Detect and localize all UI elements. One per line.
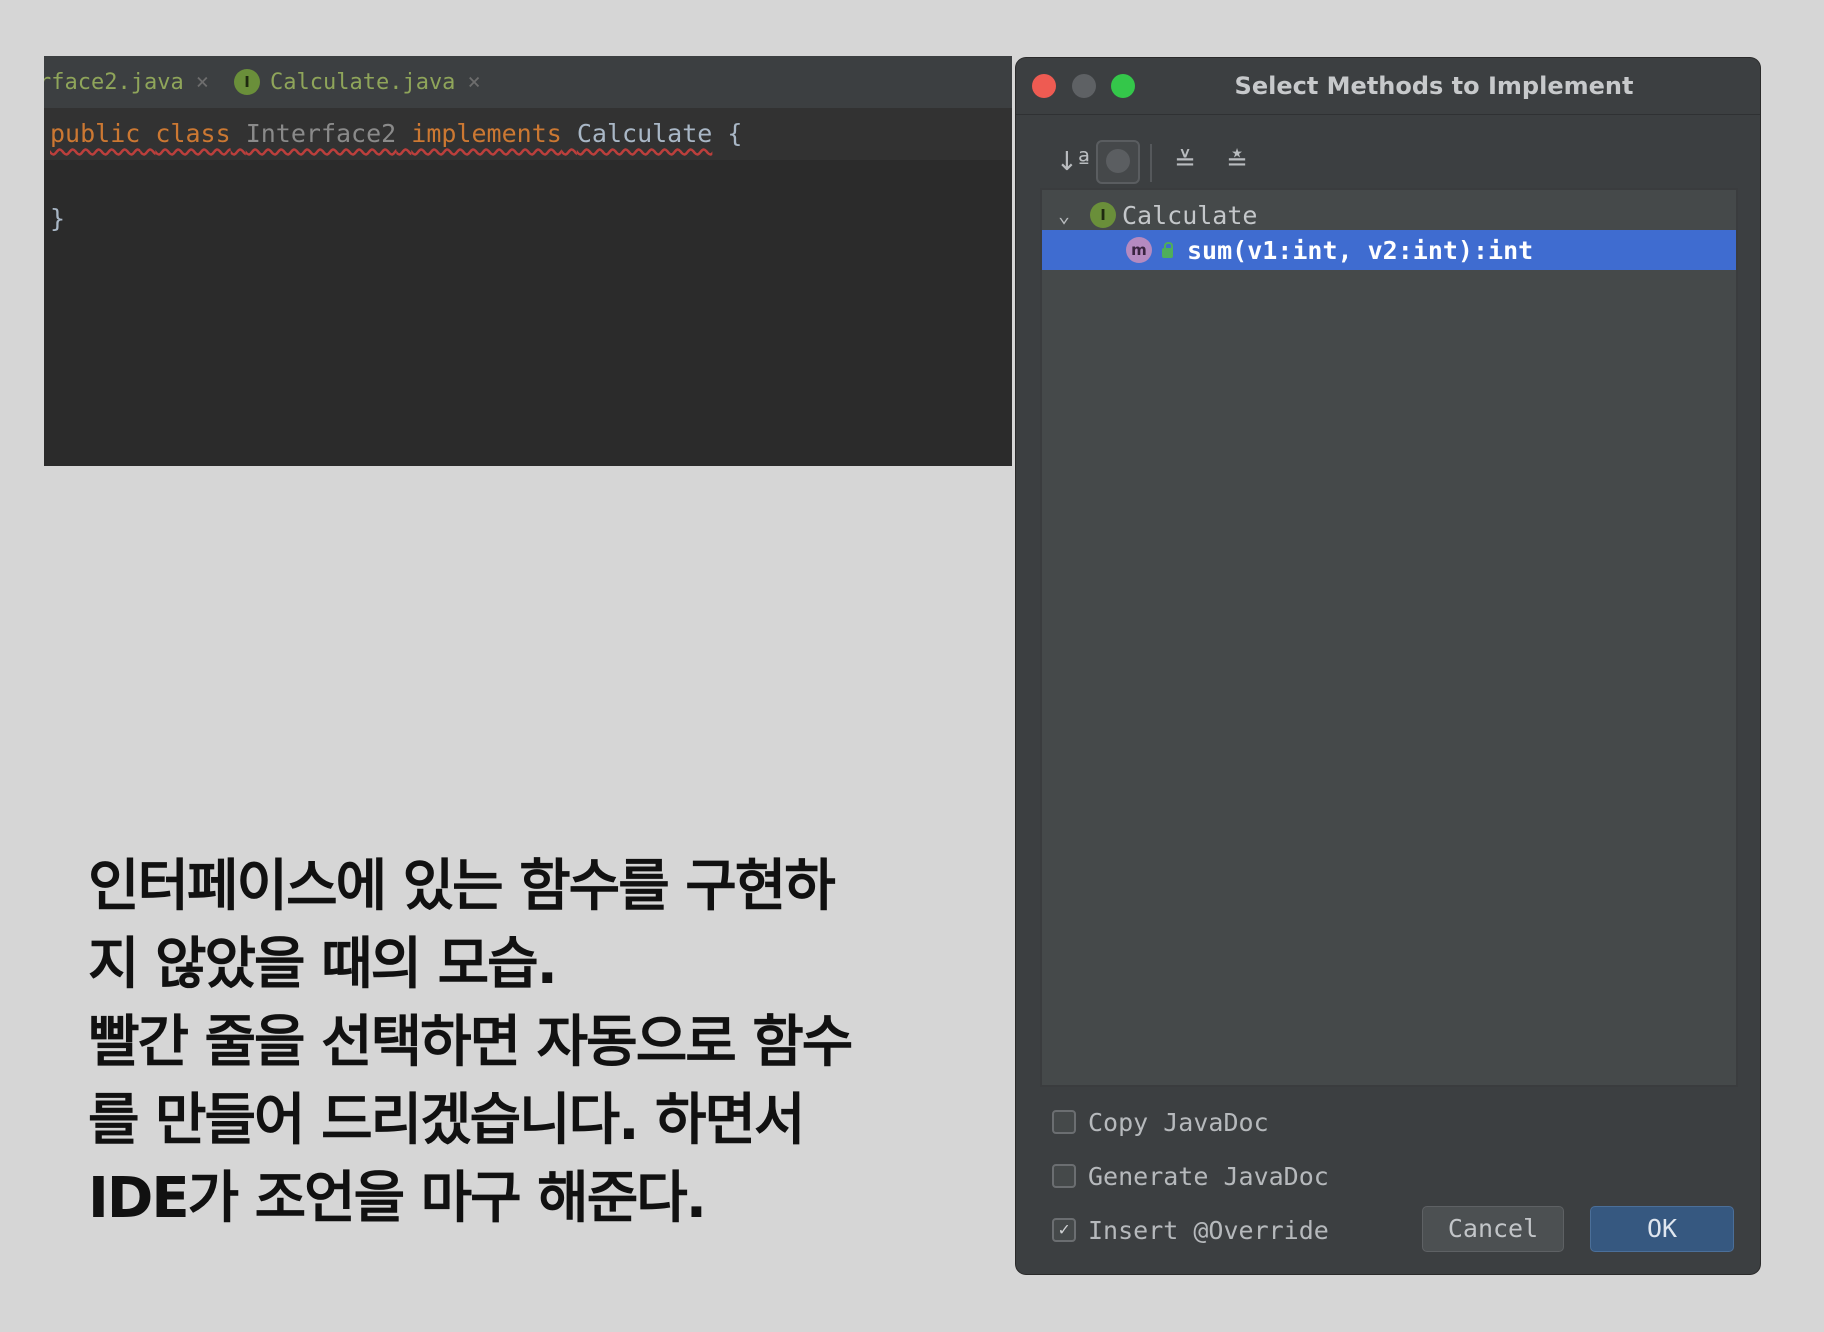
generate-javadoc-option[interactable]: Generate JavaDoc (1052, 1158, 1329, 1194)
select-methods-dialog: Select Methods to Implement ↓ª ≚ ≛ ⌄ I C… (1016, 58, 1760, 1274)
toolbar-divider (1150, 144, 1152, 182)
caption-line: 지 않았을 때의 모습. (88, 932, 558, 997)
keyword-implements: implements (411, 119, 562, 148)
caption-line: 인터페이스에 있는 함수를 구현하 (88, 854, 836, 919)
tab-label: Calculate.java (270, 69, 456, 95)
brace-open: { (727, 119, 743, 148)
dialog-title: Select Methods to Implement (1234, 72, 1634, 100)
code-line-3[interactable]: } (50, 204, 65, 233)
brace-close: } (50, 204, 66, 233)
cancel-button[interactable]: Cancel (1422, 1206, 1564, 1252)
keyword-public: public (50, 119, 141, 148)
interface-name: Calculate (576, 119, 713, 148)
caption-text: 인터페이스에 있는 함수를 구현하 지 않았을 때의 모습. 빨간 줄을 선택하… (88, 848, 928, 1238)
option-label: Generate JavaDoc (1088, 1161, 1329, 1191)
close-icon[interactable]: × (196, 70, 209, 95)
insert-override-option[interactable]: ✓ Insert @Override (1052, 1212, 1329, 1248)
sort-alphabetically-icon[interactable]: ↓ª (1052, 140, 1094, 184)
dialog-titlebar: Select Methods to Implement (1016, 58, 1760, 115)
interface-icon: I (234, 69, 260, 95)
tree-node-method-sum[interactable]: m sum(v1:int, v2:int):int (1042, 230, 1736, 270)
interface-icon: I (1090, 202, 1116, 228)
dialog-toolbar: ↓ª ≚ ≛ (1052, 140, 1752, 192)
code-editor[interactable]: rface2.java × I Calculate.java × public … (44, 56, 1012, 466)
caption-line: 빨간 줄을 선택하면 자동으로 함수 (88, 1010, 853, 1075)
chevron-down-icon[interactable]: ⌄ (1054, 203, 1074, 227)
option-label: Copy JavaDoc (1088, 1107, 1269, 1137)
insert-override-checkbox[interactable]: ✓ (1052, 1218, 1076, 1242)
copy-javadoc-option[interactable]: Copy JavaDoc (1052, 1104, 1269, 1140)
keyword-class: class (155, 119, 231, 148)
tree-node-calculate[interactable]: ⌄ I Calculate (1042, 195, 1736, 235)
generate-javadoc-checkbox[interactable] (1052, 1164, 1076, 1188)
collapse-all-icon[interactable]: ≛ (1216, 140, 1258, 184)
class-name: Interface2 (245, 119, 397, 148)
expand-all-icon[interactable]: ≚ (1164, 140, 1206, 184)
public-lock-icon (1162, 242, 1173, 258)
tab-label: rface2.java (44, 69, 184, 95)
tab-calculate-java[interactable]: I Calculate.java × (234, 56, 481, 108)
close-icon[interactable]: × (467, 70, 480, 95)
editor-tab-bar: rface2.java × I Calculate.java × (44, 56, 1012, 108)
method-signature: sum(v1:int, v2:int):int (1187, 235, 1534, 265)
caption-line: IDE가 조언을 마구 해준다. (88, 1166, 707, 1231)
method-icon: m (1126, 237, 1152, 263)
code-line-1[interactable]: public class Interface2 implements Calcu… (50, 119, 742, 148)
copy-javadoc-checkbox[interactable] (1052, 1110, 1076, 1134)
methods-tree[interactable]: ⌄ I Calculate m sum(v1:int, v2:int):int (1040, 188, 1738, 1087)
show-classes-toggle-icon[interactable] (1096, 140, 1140, 184)
option-label: Insert @Override (1088, 1215, 1329, 1245)
ok-button[interactable]: OK (1590, 1206, 1734, 1252)
tab-interface2-java[interactable]: rface2.java × (44, 56, 209, 108)
caption-line: 를 만들어 드리겠습니다. 하면서 (88, 1088, 806, 1153)
tree-node-label: Calculate (1122, 200, 1258, 230)
